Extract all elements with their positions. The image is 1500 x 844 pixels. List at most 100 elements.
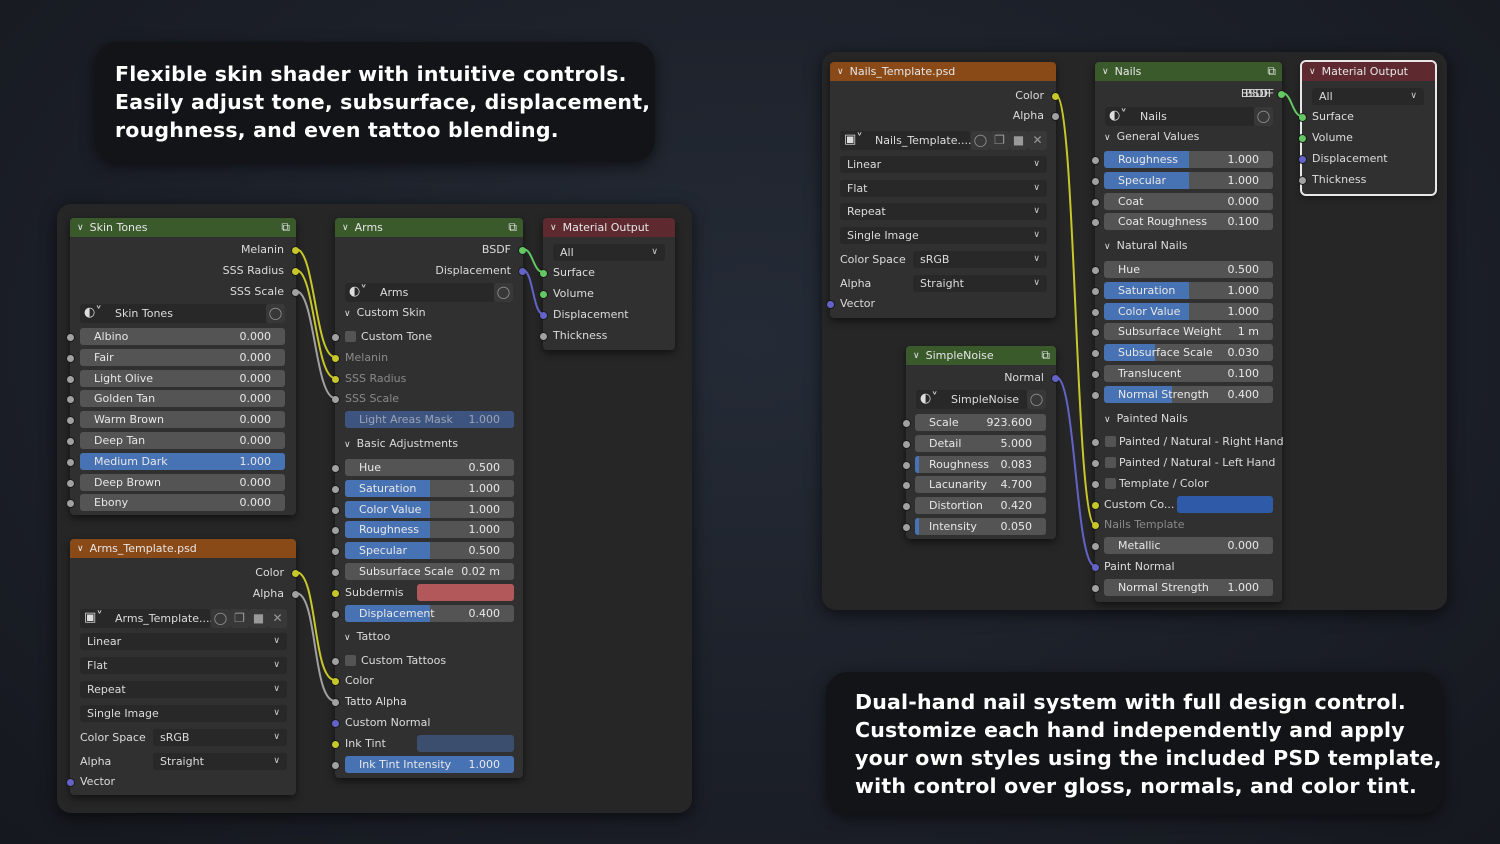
output-socket[interactable] — [1051, 92, 1060, 101]
fake-user-shield-icon[interactable]: ◯ — [494, 283, 513, 302]
output-socket[interactable] — [291, 267, 300, 276]
value-slider[interactable]: Medium Dark 1.000 — [80, 452, 285, 470]
input-socket[interactable] — [1091, 328, 1100, 338]
input-socket[interactable] — [66, 778, 75, 787]
ink-tint-intensity-slider[interactable]: Ink Tint Intensity 1.000 — [345, 756, 514, 773]
input-socket[interactable] — [66, 333, 75, 342]
input-socket[interactable] — [331, 464, 340, 473]
input-socket[interactable] — [331, 505, 340, 515]
nails-image-node[interactable]: ∨ Nails_Template.psd Color Alpha ▣˅ Nail… — [826, 62, 1060, 318]
interpolation-dropdown[interactable]: Linear ∨ — [840, 156, 1047, 173]
target-dropdown[interactable]: All ∨ — [1312, 88, 1424, 105]
value-slider[interactable]: Distortion 0.420 — [915, 497, 1046, 515]
value-slider[interactable]: Roughness 1.000 — [1104, 151, 1273, 168]
chevron-down-icon[interactable]: ∨ — [77, 223, 84, 233]
value-slider[interactable]: Coat 0.000 — [1104, 192, 1273, 210]
value-slider[interactable]: Albino 0.000 — [80, 328, 285, 345]
input-socket[interactable] — [66, 457, 75, 467]
input-socket[interactable] — [331, 740, 340, 749]
value-slider[interactable]: Normal Strength 0.400 — [1104, 385, 1273, 403]
output-socket[interactable] — [291, 590, 300, 599]
input-socket[interactable] — [1091, 370, 1100, 379]
node-group-icon[interactable]: ⧉ — [1267, 64, 1276, 79]
skin-tones-node[interactable]: ∨ Skin Tones ⧉ Melanin SSS Radius SSS Sc… — [66, 218, 300, 515]
metallic-slider[interactable]: Metallic 0.000 — [1104, 537, 1273, 554]
panel-general-values[interactable]: ∨ General Values — [1104, 126, 1199, 149]
input-socket[interactable] — [1298, 176, 1307, 185]
input-socket[interactable] — [66, 374, 75, 384]
datablock-selector[interactable]: ◐˅ Skin Tones — [80, 304, 280, 323]
input-socket[interactable] — [66, 353, 75, 363]
value-slider[interactable]: Warm Brown 0.000 — [80, 411, 285, 429]
fake-user-shield-icon[interactable]: ◯ — [971, 131, 990, 150]
input-socket[interactable] — [1091, 390, 1100, 400]
output-socket[interactable] — [518, 246, 527, 255]
value-slider[interactable]: Specular 1.000 — [1104, 171, 1273, 189]
fake-user-shield-icon[interactable]: ◯ — [266, 304, 285, 323]
value-slider[interactable]: Saturation 1.000 — [1104, 281, 1273, 299]
input-socket[interactable] — [1091, 307, 1100, 317]
input-socket[interactable] — [331, 589, 340, 598]
folder-icon[interactable]: ■ — [1009, 131, 1028, 150]
source-dropdown[interactable]: Single Image ∨ — [80, 705, 287, 722]
input-socket[interactable] — [331, 657, 340, 666]
painted-left-checkbox[interactable] — [1105, 457, 1116, 468]
value-slider[interactable]: Detail 5.000 — [915, 434, 1046, 452]
duplicate-icon[interactable]: ❐ — [230, 609, 249, 628]
chevron-down-icon[interactable]: ∨ — [342, 223, 349, 233]
output-socket[interactable] — [1051, 374, 1060, 383]
fake-user-shield-icon[interactable]: ◯ — [1027, 390, 1046, 409]
input-socket[interactable] — [1091, 480, 1100, 489]
output-socket[interactable] — [1277, 90, 1286, 99]
nails-image-header[interactable]: ∨ Nails_Template.psd — [830, 62, 1056, 81]
input-socket[interactable] — [1091, 563, 1100, 572]
material-output-header[interactable]: ∨ Material Output — [543, 218, 675, 237]
node-group-icon[interactable]: ⧉ — [508, 220, 517, 235]
painted-right-checkbox[interactable] — [1105, 436, 1116, 447]
output-socket[interactable] — [518, 267, 527, 276]
input-socket[interactable] — [902, 523, 911, 532]
value-slider[interactable]: Lacunarity 4.700 — [915, 476, 1046, 494]
chevron-down-icon[interactable]: ∨ — [550, 223, 557, 233]
value-slider[interactable]: Ebony 0.000 — [80, 494, 285, 512]
panel-natural-nails[interactable]: ∨ Natural Nails — [1104, 235, 1187, 258]
input-socket[interactable] — [1091, 349, 1100, 359]
datablock-selector[interactable]: ◐˅ Nails — [1105, 107, 1255, 126]
value-slider[interactable]: Saturation 1.000 — [345, 479, 514, 497]
chevron-down-icon[interactable]: ∨ — [1309, 67, 1316, 77]
value-slider[interactable]: Subsurface Scale 0.030 — [1104, 344, 1273, 362]
interpolation-dropdown[interactable]: Linear ∨ — [80, 633, 287, 650]
color-space-dropdown[interactable]: sRGB ∨ — [153, 729, 287, 746]
image-selector[interactable]: ▣˅ Arms_Template.... — [80, 609, 213, 628]
input-socket[interactable] — [66, 395, 75, 405]
panel-basic-adjustments[interactable]: ∨ Basic Adjustments — [344, 433, 458, 456]
chevron-down-icon[interactable]: ∨ — [1102, 67, 1109, 77]
datablock-selector[interactable]: ◐˅ SimpleNoise — [916, 390, 1028, 409]
custom-color-swatch[interactable] — [1177, 496, 1273, 513]
input-socket[interactable] — [331, 698, 340, 707]
input-socket[interactable] — [1091, 459, 1100, 468]
input-socket[interactable] — [331, 761, 340, 770]
input-socket[interactable] — [902, 481, 911, 491]
custom-tattoos-checkbox[interactable] — [345, 655, 356, 666]
value-slider[interactable]: Hue 0.500 — [345, 459, 514, 476]
simple-noise-header[interactable]: ∨ SimpleNoise ⧉ — [906, 346, 1056, 365]
input-socket[interactable] — [902, 419, 911, 428]
input-socket[interactable] — [1298, 134, 1307, 143]
material-output-header[interactable]: ∨ Material Output — [1302, 62, 1435, 81]
input-socket[interactable] — [331, 395, 340, 404]
fake-user-shield-icon[interactable]: ◯ — [211, 609, 230, 628]
source-dropdown[interactable]: Single Image ∨ — [840, 227, 1047, 244]
input-socket[interactable] — [1298, 155, 1307, 164]
subdermis-color-swatch[interactable] — [417, 584, 514, 601]
input-socket[interactable] — [826, 300, 835, 309]
input-socket[interactable] — [1091, 197, 1100, 207]
value-slider[interactable]: Subsurface Weight 1 m — [1104, 323, 1273, 341]
color-space-dropdown[interactable]: sRGB ∨ — [913, 251, 1047, 268]
duplicate-icon[interactable]: ❐ — [990, 131, 1009, 150]
value-slider[interactable]: Color Value 1.000 — [1104, 302, 1273, 320]
input-socket[interactable] — [902, 460, 911, 470]
arms-image-node[interactable]: ∨ Arms_Template.psd Color Alpha ▣˅ Arms_… — [66, 539, 300, 795]
extension-dropdown[interactable]: Repeat ∨ — [840, 203, 1047, 220]
input-socket[interactable] — [66, 416, 75, 426]
